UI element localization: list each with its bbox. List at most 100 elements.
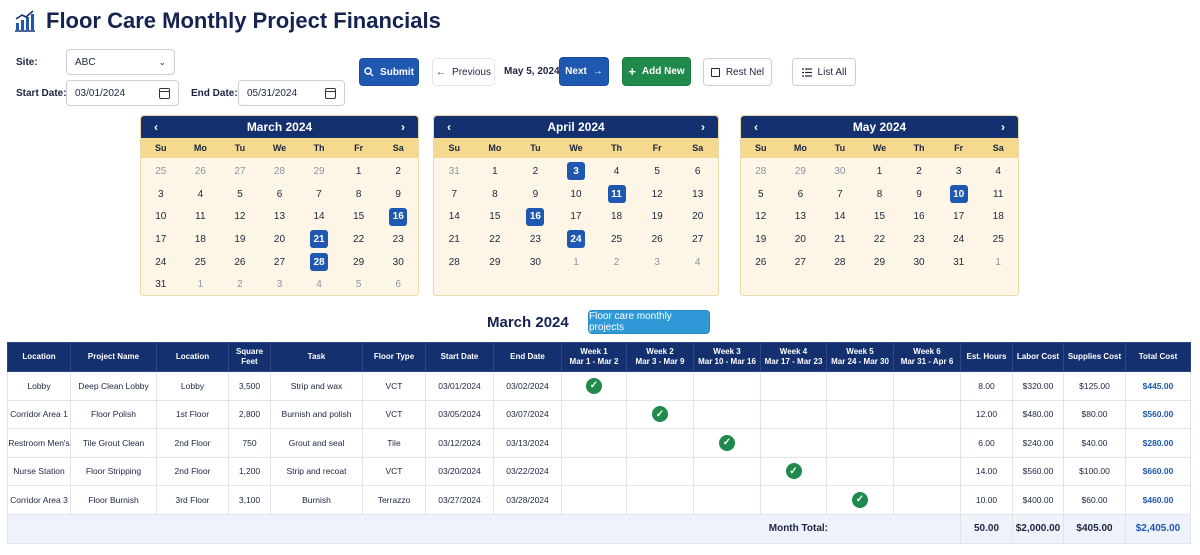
calendar-icon[interactable] [325, 87, 336, 99]
calendar-day[interactable]: 15 [475, 205, 516, 228]
calendar-day[interactable]: 14 [434, 205, 475, 228]
table-row[interactable]: Nurse Station Floor Stripping 2nd Floor 1,2… [7, 456, 1191, 486]
calendar-day[interactable]: 21 [820, 228, 860, 251]
calendar-day[interactable]: 1 [339, 160, 379, 183]
calendar-day[interactable]: 5 [637, 160, 678, 183]
calendar-day[interactable]: 11 [181, 205, 221, 228]
calendar-day[interactable]: 5 [220, 183, 260, 206]
site-select[interactable]: ABC ⌄ [66, 49, 175, 75]
column-header[interactable]: Supplies Cost [1063, 342, 1126, 372]
calendar-day[interactable]: 29 [781, 160, 821, 183]
calendar-day[interactable]: 30 [378, 251, 418, 274]
calendar-day[interactable]: 23 [515, 228, 556, 251]
calendar-day-selected[interactable]: 10 [939, 183, 979, 206]
calendar-day[interactable]: 17 [141, 228, 181, 251]
calendar-day[interactable]: 15 [860, 205, 900, 228]
calendar-day[interactable]: 13 [781, 205, 821, 228]
calendar-day[interactable]: 24 [141, 251, 181, 274]
calendar-day[interactable]: 7 [434, 183, 475, 206]
calendar-day[interactable]: 28 [820, 251, 860, 274]
calendar-day[interactable]: 4 [978, 160, 1018, 183]
calendar-day[interactable]: 22 [475, 228, 516, 251]
calendar-day[interactable]: 9 [515, 183, 556, 206]
column-header[interactable]: Floor Type [362, 342, 426, 372]
calendar-day[interactable]: 19 [220, 228, 260, 251]
calendar-day[interactable]: 26 [181, 160, 221, 183]
calendar-day[interactable]: 12 [637, 183, 678, 206]
calendar-day[interactable]: 12 [741, 205, 781, 228]
chevron-left-icon[interactable]: ‹ [749, 120, 763, 134]
calendar-day[interactable]: 4 [596, 160, 637, 183]
column-header[interactable]: Total Cost [1125, 342, 1191, 372]
calendar-day[interactable]: 26 [637, 228, 678, 251]
table-row[interactable]: Corridor Area 3 Floor Burnish 3rd Floor 3,1… [7, 485, 1191, 515]
calendar-day[interactable]: 2 [378, 160, 418, 183]
calendar-day[interactable]: 2 [899, 160, 939, 183]
column-header[interactable]: Week 2 Mar 3 - Mar 9 [626, 342, 694, 372]
chevron-right-icon[interactable]: › [396, 120, 410, 134]
calendar-day[interactable]: 4 [299, 273, 339, 296]
calendar-day[interactable]: 14 [820, 205, 860, 228]
start-date-input[interactable]: 03/01/2024 [66, 80, 179, 106]
floor-care-projects-button[interactable]: Floor care monthly projects [588, 310, 710, 334]
calendar-day[interactable]: 6 [378, 273, 418, 296]
next-button[interactable]: Next → [559, 57, 609, 86]
calendar-day[interactable]: 13 [260, 205, 300, 228]
calendar-day-selected[interactable]: 24 [556, 228, 597, 251]
calendar-day[interactable]: 1 [475, 160, 516, 183]
calendar-day[interactable]: 31 [939, 251, 979, 274]
column-header[interactable]: Week 4 Mar 17 - Mar 23 [760, 342, 827, 372]
calendar-day[interactable]: 20 [781, 228, 821, 251]
column-header[interactable]: Project Name [70, 342, 157, 372]
calendar-day[interactable]: 2 [596, 251, 637, 274]
calendar-day[interactable]: 25 [141, 160, 181, 183]
calendar-day[interactable]: 24 [939, 228, 979, 251]
calendar-day[interactable]: 30 [820, 160, 860, 183]
calendar-day[interactable]: 1 [860, 160, 900, 183]
calendar-day[interactable]: 17 [939, 205, 979, 228]
calendar-day[interactable]: 30 [515, 251, 556, 274]
calendar-day[interactable]: 19 [637, 205, 678, 228]
submit-button[interactable]: Submit [359, 58, 419, 86]
end-date-input[interactable]: 05/31/2024 [238, 80, 345, 106]
column-header[interactable]: Square Feet [228, 342, 271, 372]
calendar-day[interactable]: 10 [556, 183, 597, 206]
calendar-day[interactable]: 28 [741, 160, 781, 183]
calendar-day[interactable]: 23 [378, 228, 418, 251]
calendar-day[interactable]: 26 [741, 251, 781, 274]
calendar-day[interactable]: 30 [899, 251, 939, 274]
calendar-day[interactable]: 3 [260, 273, 300, 296]
calendar-day[interactable]: 9 [899, 183, 939, 206]
calendar-day[interactable]: 23 [899, 228, 939, 251]
calendar-day[interactable]: 7 [820, 183, 860, 206]
calendar-day[interactable]: 29 [475, 251, 516, 274]
column-header[interactable]: Week 6 Mar 31 - Apr 6 [893, 342, 961, 372]
calendar-day[interactable]: 10 [141, 205, 181, 228]
calendar-day[interactable]: 25 [978, 228, 1018, 251]
calendar-day[interactable]: 18 [596, 205, 637, 228]
calendar-day[interactable]: 12 [220, 205, 260, 228]
column-header[interactable]: End Date [493, 342, 562, 372]
calendar-day[interactable]: 22 [860, 228, 900, 251]
table-row[interactable]: Corridor Area 1 Floor Polish 1st Floor 2,80… [7, 399, 1191, 429]
chevron-left-icon[interactable]: ‹ [442, 120, 456, 134]
chevron-right-icon[interactable]: › [996, 120, 1010, 134]
calendar-day-selected[interactable]: 11 [596, 183, 637, 206]
table-row[interactable]: Restroom Men's Tile Grout Clean 2nd Floor 7… [7, 428, 1191, 458]
calendar-day[interactable]: 11 [978, 183, 1018, 206]
calendar-day[interactable]: 18 [978, 205, 1018, 228]
calendar-day-selected[interactable]: 16 [378, 205, 418, 228]
column-header[interactable]: Task [270, 342, 363, 372]
calendar-day[interactable]: 1 [181, 273, 221, 296]
chevron-right-icon[interactable]: › [696, 120, 710, 134]
calendar-day[interactable]: 6 [677, 160, 718, 183]
calendar-day[interactable]: 1 [556, 251, 597, 274]
calendar-day[interactable]: 29 [339, 251, 379, 274]
calendar-day[interactable]: 25 [596, 228, 637, 251]
column-header[interactable]: Est. Hours [960, 342, 1013, 372]
table-row[interactable]: Lobby Deep Clean Lobby Lobby 3,500 Strip and… [7, 371, 1191, 401]
calendar-day-selected[interactable]: 3 [556, 160, 597, 183]
calendar-day[interactable]: 19 [741, 228, 781, 251]
calendar-day[interactable]: 8 [475, 183, 516, 206]
calendar-day-selected[interactable]: 28 [299, 251, 339, 274]
